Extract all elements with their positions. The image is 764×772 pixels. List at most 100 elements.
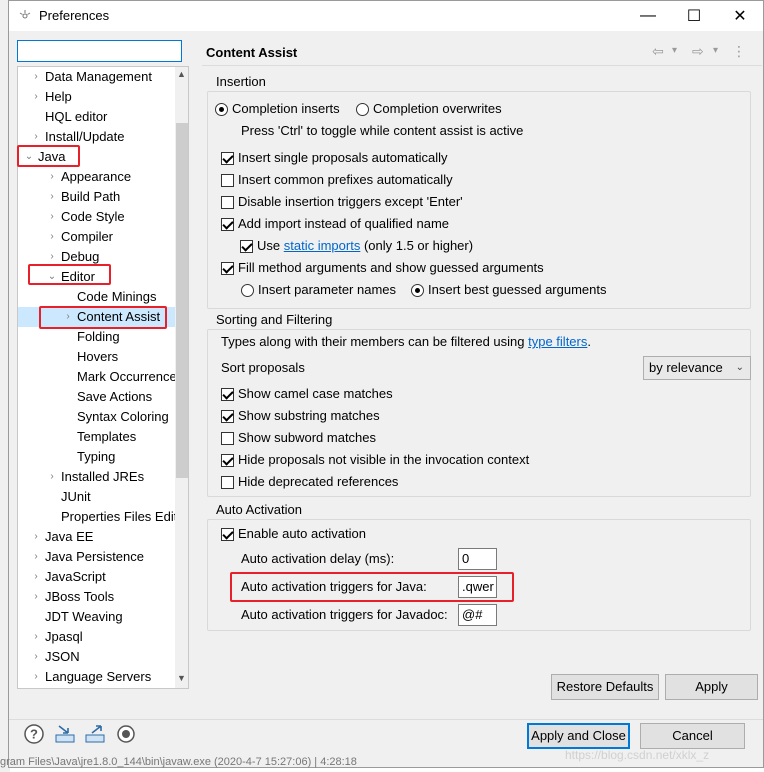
tree-item[interactable]: › Java EE	[18, 527, 175, 547]
tree-item[interactable]: Code Minings	[18, 287, 175, 307]
tree-item-label: Hovers	[77, 349, 119, 364]
tree-item[interactable]: › Language Servers	[18, 667, 175, 687]
background-console-text: gram Files\Java\jre1.8.0_144\bin\javaw.e…	[0, 756, 357, 768]
apply-button[interactable]: Apply	[665, 674, 758, 700]
tree-item[interactable]: Templates	[18, 427, 175, 447]
auto-activation-delay-input[interactable]: 0	[458, 548, 497, 570]
tree-vertical-scrollbar[interactable]: ▲ ▼	[175, 67, 188, 688]
tree-item[interactable]: › JSON	[18, 647, 175, 667]
tree-item-label: JDT Weaving	[45, 609, 123, 624]
tree-item[interactable]: JDT Weaving	[18, 607, 175, 627]
tree-item[interactable]: Mark Occurrences	[18, 367, 183, 387]
minimize-button[interactable]: —	[625, 1, 671, 31]
chevron-right-icon[interactable]: ›	[47, 167, 57, 187]
tree-item[interactable]: › JBoss Tools	[18, 587, 175, 607]
tree-item[interactable]: › Java Persistence	[18, 547, 175, 567]
tree-item[interactable]: › Jpasql	[18, 627, 175, 647]
close-button[interactable]: ✕	[717, 1, 763, 31]
tree-item[interactable]: › JavaScript	[18, 567, 175, 587]
chevron-right-icon[interactable]: ›	[47, 187, 57, 207]
checkbox-unchecked-icon	[221, 196, 234, 209]
enable-auto-activation-checkbox[interactable]: Enable auto activation	[221, 524, 366, 544]
chevron-right-icon[interactable]: ›	[47, 227, 57, 247]
tree-item[interactable]: › Code Style	[18, 207, 175, 227]
filter-input[interactable]	[17, 40, 182, 62]
chevron-right-icon[interactable]: ›	[47, 207, 57, 227]
hide-invisible-checkbox[interactable]: Hide proposals not visible in the invoca…	[221, 450, 529, 470]
type-filters-link[interactable]: type filters	[528, 334, 587, 349]
forward-menu-icon[interactable]: ▾	[713, 45, 718, 56]
chevron-right-icon[interactable]: ›	[31, 567, 41, 587]
tree-horizontal-scrollbar[interactable]: ◀ ▶	[18, 687, 175, 689]
sort-proposals-dropdown[interactable]: by relevance ⌄	[643, 356, 751, 380]
subword-checkbox[interactable]: Show subword matches	[221, 428, 376, 448]
chevron-right-icon[interactable]: ›	[47, 467, 57, 487]
tree-item[interactable]: › Build Path	[18, 187, 175, 207]
chevron-right-icon[interactable]: ›	[31, 627, 41, 647]
static-imports-link[interactable]: static imports	[284, 238, 361, 253]
tree-item[interactable]: Typing	[18, 447, 175, 467]
tree-item[interactable]: Folding	[18, 327, 175, 347]
help-icon[interactable]: ?	[23, 723, 45, 745]
scroll-up-icon[interactable]: ▲	[177, 69, 186, 79]
tree-item[interactable]: JUnit	[18, 487, 175, 507]
forward-icon[interactable]: ⇨	[692, 43, 704, 60]
tree-item-label: Java EE	[45, 529, 94, 544]
back-menu-icon[interactable]: ▾	[672, 45, 677, 56]
tree-item[interactable]: Save Actions	[18, 387, 175, 407]
substring-checkbox[interactable]: Show substring matches	[221, 406, 380, 426]
insert-parameter-names-radio[interactable]: Insert parameter names	[241, 280, 396, 300]
tree-item[interactable]: HQL editor	[18, 107, 175, 127]
apply-and-close-button[interactable]: Apply and Close	[527, 723, 630, 749]
tree-item-label: HQL editor	[45, 109, 108, 124]
chevron-right-icon[interactable]: ›	[31, 587, 41, 607]
chevron-right-icon[interactable]: ›	[31, 527, 41, 547]
chevron-right-icon[interactable]: ›	[31, 667, 41, 687]
completion-inserts-radio[interactable]: Completion inserts	[215, 99, 340, 119]
checkbox-checked-icon	[221, 152, 234, 165]
export-icon[interactable]	[84, 723, 106, 745]
insert-single-checkbox[interactable]: Insert single proposals automatically	[221, 148, 448, 168]
tree-item-label: Data Management	[45, 69, 152, 84]
completion-overwrites-radio[interactable]: Completion overwrites	[356, 99, 502, 119]
chevron-right-icon[interactable]: ›	[31, 87, 41, 107]
disable-triggers-checkbox[interactable]: Disable insertion triggers except 'Enter…	[221, 192, 463, 212]
tree-item[interactable]: › Help	[18, 87, 175, 107]
tree-scrollbar-thumb[interactable]	[176, 123, 188, 478]
chevron-right-icon[interactable]: ›	[31, 647, 41, 667]
tree-item[interactable]: Hovers	[18, 347, 175, 367]
javadoc-triggers-input[interactable]: @#	[458, 604, 497, 626]
hide-deprecated-checkbox[interactable]: Hide deprecated references	[221, 472, 398, 492]
more-options-icon[interactable]: ⋮	[732, 43, 746, 60]
tree-item[interactable]: › Compiler	[18, 227, 175, 247]
import-icon[interactable]	[54, 723, 76, 745]
tree-item[interactable]: Syntax Coloring	[18, 407, 175, 427]
checkbox-checked-icon	[221, 410, 234, 423]
back-icon[interactable]: ⇦	[652, 43, 664, 60]
scroll-right-icon[interactable]: ▶	[160, 688, 168, 689]
restore-defaults-button[interactable]: Restore Defaults	[551, 674, 659, 700]
record-icon[interactable]	[115, 723, 137, 745]
insert-best-guessed-radio[interactable]: Insert best guessed arguments	[411, 280, 607, 300]
camel-case-checkbox[interactable]: Show camel case matches	[221, 384, 393, 404]
insert-common-checkbox[interactable]: Insert common prefixes automatically	[221, 170, 453, 190]
eclipse-preferences-icon	[19, 10, 31, 19]
tree-item-label: Properties Files Editor	[61, 509, 189, 524]
tree-item[interactable]: › Data Management	[18, 67, 175, 87]
scroll-left-icon[interactable]: ◀	[22, 688, 30, 689]
add-import-checkbox[interactable]: Add import instead of qualified name	[221, 214, 449, 234]
scroll-down-icon[interactable]: ▼	[177, 673, 186, 683]
chevron-right-icon[interactable]: ›	[31, 547, 41, 567]
tree-item[interactable]: › Install/Update	[18, 127, 175, 147]
maximize-button[interactable]: ☐	[671, 1, 717, 31]
tree-item[interactable]: › Installed JREs	[18, 467, 175, 487]
tree-item[interactable]: › Appearance	[18, 167, 175, 187]
chevron-right-icon[interactable]: ›	[31, 67, 41, 87]
use-static-imports-checkbox[interactable]: Use static imports (only 1.5 or higher)	[240, 236, 473, 256]
chevron-right-icon[interactable]: ›	[31, 127, 41, 147]
cancel-button[interactable]: Cancel	[640, 723, 745, 749]
checkbox-checked-icon	[221, 388, 234, 401]
fill-arguments-checkbox[interactable]: Fill method arguments and show guessed a…	[221, 258, 544, 278]
tree-item[interactable]: Properties Files Editor	[18, 507, 188, 527]
